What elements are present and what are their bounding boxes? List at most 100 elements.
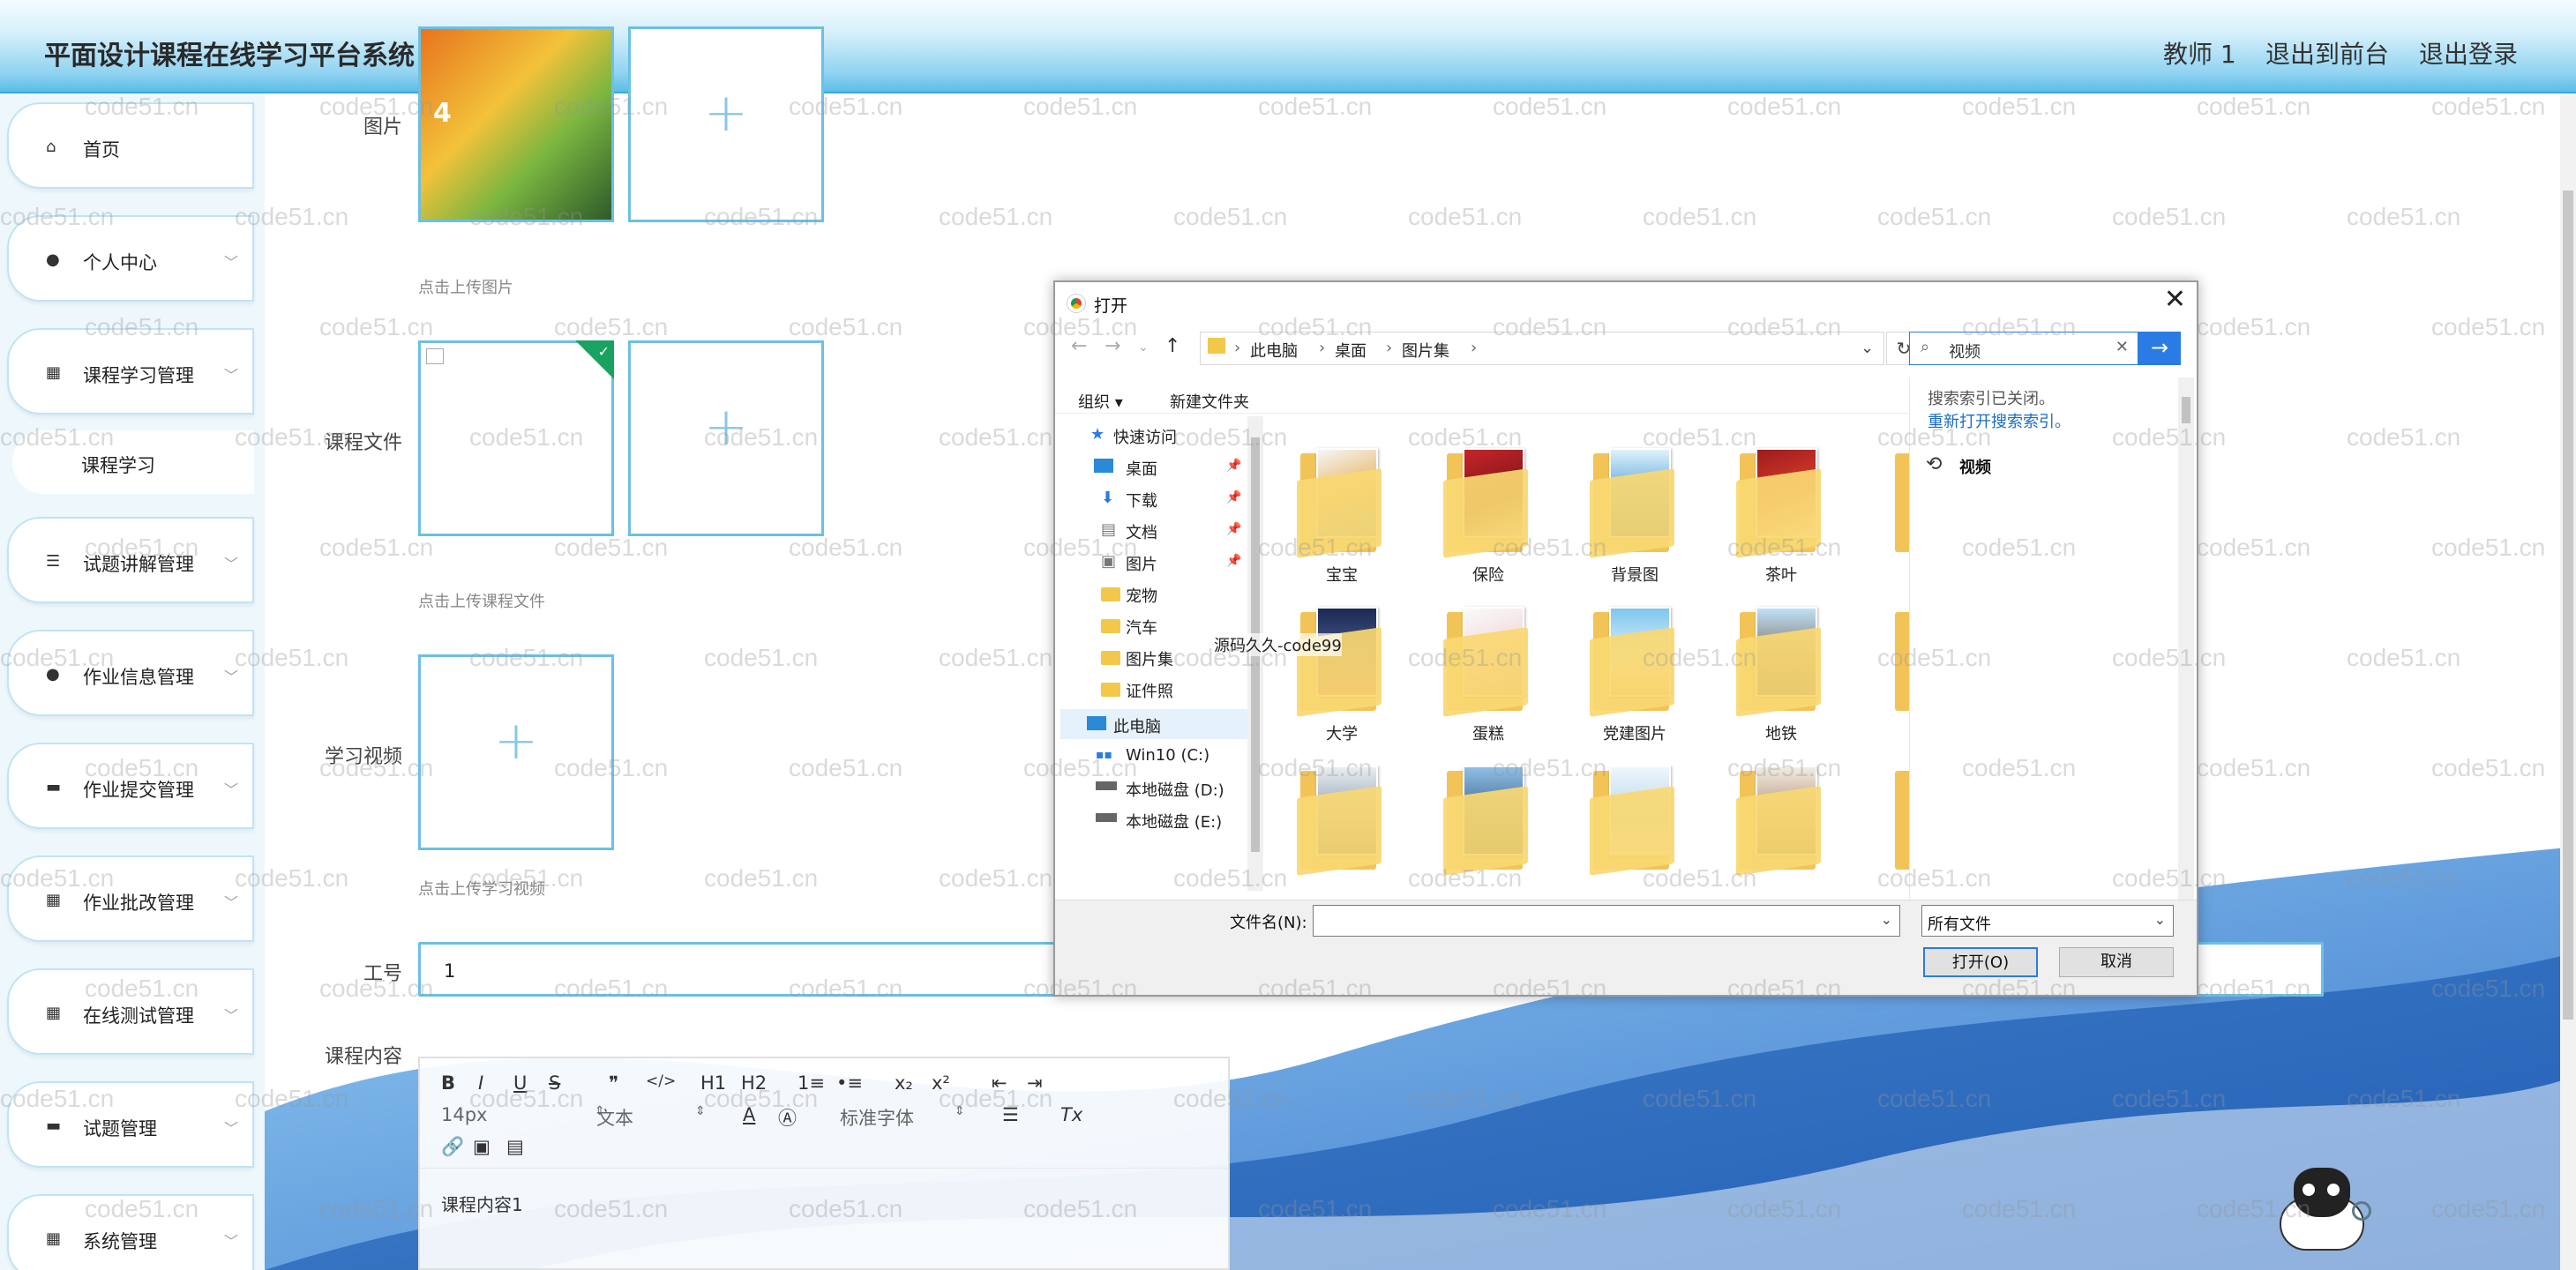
font-size-select[interactable]: 14px bbox=[441, 1104, 487, 1125]
underline-button[interactable]: U bbox=[513, 1072, 527, 1094]
quote-button[interactable]: ❞ bbox=[609, 1072, 618, 1094]
folder-item[interactable]: 地铁 bbox=[1715, 607, 1847, 766]
bold-button[interactable]: B bbox=[441, 1072, 455, 1094]
folder-item-partial[interactable] bbox=[1860, 607, 1913, 730]
filename-input[interactable]: ⌄ bbox=[1313, 905, 1900, 937]
clear-icon[interactable]: ✕ bbox=[2115, 338, 2129, 356]
exit-to-front-link[interactable]: 退出到前台 bbox=[2265, 35, 2389, 71]
folder-item[interactable] bbox=[1715, 766, 1847, 889]
sidebar-item-homework-submit[interactable]: ▬ 作业提交管理 ﹀ bbox=[7, 743, 254, 829]
image-upload-button[interactable] bbox=[628, 26, 824, 222]
tree-downloads[interactable]: 下载 bbox=[1126, 489, 1157, 512]
font-family-select[interactable]: 标准字体 bbox=[840, 1104, 914, 1131]
uploaded-file-thumbnail[interactable]: ✓ bbox=[418, 340, 614, 536]
code-button[interactable]: </> bbox=[646, 1072, 676, 1090]
bullet-list-button[interactable]: •≡ bbox=[836, 1072, 863, 1094]
indent-button[interactable]: ⇥ bbox=[1027, 1072, 1043, 1094]
folder-item[interactable]: 大学 bbox=[1276, 607, 1408, 766]
open-button[interactable]: 打开(O) bbox=[1923, 947, 2038, 977]
breadcrumb-this-pc[interactable]: 此电脑 bbox=[1250, 339, 1298, 362]
background-color-icon[interactable]: Ⓐ bbox=[778, 1104, 797, 1131]
course-file-upload-button[interactable] bbox=[628, 340, 824, 536]
pin-icon: 📌 bbox=[1226, 459, 1242, 473]
chevron-down-icon[interactable]: ⌄ bbox=[1881, 911, 1892, 928]
clear-format-icon[interactable]: Tx bbox=[1060, 1104, 1082, 1125]
superscript-button[interactable]: x² bbox=[932, 1072, 950, 1094]
folder-item[interactable]: 蛋糕 bbox=[1422, 607, 1554, 766]
logout-link[interactable]: 退出登录 bbox=[2419, 35, 2518, 71]
image-icon[interactable]: ▣ bbox=[473, 1136, 490, 1157]
recent-search-item[interactable]: 视频 bbox=[1959, 455, 1991, 478]
italic-button[interactable]: I bbox=[478, 1072, 483, 1094]
folder-item-partial[interactable] bbox=[1860, 448, 1913, 572]
h1-button[interactable]: H1 bbox=[700, 1072, 726, 1094]
user-icon: ● bbox=[46, 665, 60, 684]
chevron-down-icon[interactable]: ⌄ bbox=[1861, 339, 1874, 357]
search-input[interactable]: ⌕ 视频 ✕ bbox=[1909, 332, 2138, 365]
breadcrumb-desktop[interactable]: 桌面 bbox=[1335, 339, 1367, 362]
subscript-button[interactable]: x₂ bbox=[895, 1072, 913, 1094]
tree-picture-set[interactable]: 图片集 bbox=[1126, 647, 1173, 670]
search-panel-scrollbar[interactable] bbox=[2178, 377, 2194, 900]
folder-item[interactable] bbox=[1569, 766, 1701, 889]
forward-arrow-icon[interactable]: → bbox=[1105, 335, 1120, 357]
tree-pets[interactable]: 宠物 bbox=[1126, 584, 1157, 607]
recent-dropdown-icon[interactable]: ⌄ bbox=[1138, 340, 1149, 355]
video-icon[interactable]: ▤ bbox=[506, 1136, 524, 1157]
outdent-button[interactable]: ⇤ bbox=[992, 1072, 1007, 1094]
tree-cars[interactable]: 汽车 bbox=[1126, 616, 1157, 639]
align-icon[interactable]: ☰ bbox=[1002, 1104, 1019, 1125]
tree-id-photos[interactable]: 证件照 bbox=[1126, 679, 1173, 702]
address-bar[interactable]: › 此电脑 › 桌面 › 图片集 › ⌄ bbox=[1200, 332, 1884, 365]
sidebar-subitem-course-study[interactable]: 课程学习 bbox=[12, 430, 254, 494]
h2-button[interactable]: H2 bbox=[741, 1072, 767, 1094]
folder-item[interactable]: 背景图 bbox=[1569, 448, 1701, 607]
organize-menu[interactable]: 组织 ▾ bbox=[1078, 390, 1123, 413]
sidebar-item-online-test[interactable]: ▦ 在线测试管理 ﹀ bbox=[7, 968, 254, 1055]
folder-item-partial[interactable] bbox=[1860, 766, 1913, 889]
folder-item[interactable]: 党建图片 bbox=[1569, 607, 1701, 766]
folder-item[interactable] bbox=[1422, 766, 1554, 889]
tree-quick-access[interactable]: 快速访问 bbox=[1113, 425, 1177, 448]
text-type-select[interactable]: 文本 bbox=[596, 1104, 633, 1131]
new-folder-button[interactable]: 新建文件夹 bbox=[1170, 390, 1249, 413]
sidebar-item-profile[interactable]: ● 个人中心 ﹀ bbox=[7, 215, 254, 302]
tree-documents[interactable]: 文档 bbox=[1126, 520, 1157, 543]
tree-desktop[interactable]: 桌面 bbox=[1126, 457, 1157, 480]
rich-text-editor[interactable]: B I U S ❞ </> H1 H2 1≡ •≡ x₂ x² ⇤ ⇥ 14px… bbox=[418, 1057, 1230, 1270]
up-arrow-icon[interactable]: ↑ bbox=[1164, 335, 1180, 357]
sidebar-item-system-mgmt[interactable]: ▦ 系统管理 ﹀ bbox=[7, 1194, 254, 1270]
sidebar-item-explain-mgmt[interactable]: ☰ 试题讲解管理 ﹀ bbox=[7, 517, 254, 603]
sidebar-item-course-study-mgmt[interactable]: ▦ 课程学习管理 ﹀ bbox=[7, 328, 254, 415]
sidebar-item-homework-grading[interactable]: ▦ 作业批改管理 ﹀ bbox=[7, 855, 254, 942]
folder-item[interactable] bbox=[1276, 766, 1408, 889]
video-upload-button[interactable] bbox=[418, 654, 614, 850]
strike-button[interactable]: S bbox=[549, 1072, 560, 1094]
search-go-button[interactable]: → bbox=[2138, 332, 2181, 365]
sidebar-item-home[interactable]: ⌂ 首页 bbox=[7, 102, 254, 189]
folder-name: 党建图片 bbox=[1603, 725, 1666, 743]
uploaded-image-thumbnail[interactable]: 4 bbox=[418, 26, 614, 222]
reopen-index-link[interactable]: 重新打开搜索索引。 bbox=[1928, 409, 2071, 432]
breadcrumb-picture-set[interactable]: 图片集 bbox=[1402, 339, 1449, 362]
cancel-button[interactable]: 取消 bbox=[2059, 947, 2174, 977]
folder-item[interactable]: 宝宝 bbox=[1276, 448, 1408, 607]
ordered-list-button[interactable]: 1≡ bbox=[798, 1072, 825, 1094]
editor-content[interactable]: 课程内容1 bbox=[441, 1191, 523, 1216]
folder-item[interactable]: 茶叶 bbox=[1715, 448, 1847, 607]
link-icon[interactable]: 🔗 bbox=[441, 1136, 464, 1158]
tree-this-pc[interactable]: 此电脑 bbox=[1113, 714, 1161, 737]
back-arrow-icon[interactable]: ← bbox=[1071, 335, 1087, 357]
filetype-select[interactable]: 所有文件 ⌄ bbox=[1921, 905, 2174, 937]
page-scrollbar[interactable] bbox=[2560, 93, 2576, 1270]
tree-drive-e[interactable]: 本地磁盘 (E:) bbox=[1126, 810, 1222, 833]
tree-pictures[interactable]: 图片 bbox=[1126, 552, 1157, 575]
close-icon[interactable]: ✕ bbox=[2164, 284, 2186, 315]
sidebar-item-homework-info[interactable]: ● 作业信息管理 ﹀ bbox=[7, 630, 254, 716]
sidebar-item-question-mgmt[interactable]: ▬ 试题管理 ﹀ bbox=[7, 1081, 254, 1168]
computer-icon bbox=[1087, 716, 1106, 730]
tree-drive-c[interactable]: Win10 (C:) bbox=[1126, 746, 1209, 765]
font-color-icon[interactable]: A bbox=[743, 1104, 755, 1125]
tree-drive-d[interactable]: 本地磁盘 (D:) bbox=[1126, 778, 1224, 801]
folder-item[interactable]: 保险 bbox=[1422, 448, 1554, 607]
